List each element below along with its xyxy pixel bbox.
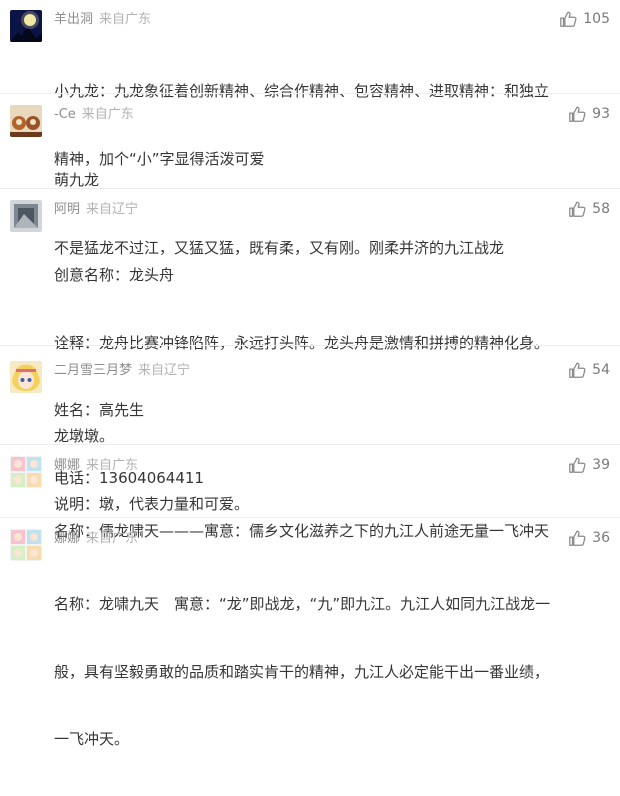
username[interactable]: 二月雪三月梦 (54, 363, 132, 378)
like-count: 36 (592, 530, 610, 546)
like-count: 54 (592, 362, 610, 378)
like-button[interactable]: 54 (568, 360, 610, 380)
like-count: 105 (583, 11, 610, 27)
comment-meta: 娜娜 来自广东 (54, 530, 138, 548)
divider (0, 188, 620, 189)
comment-meta: 阿明 来自辽宁 (54, 201, 138, 219)
username[interactable]: -Ce (54, 107, 76, 122)
like-count: 93 (592, 106, 610, 122)
avatar[interactable] (10, 361, 42, 393)
like-button[interactable]: 39 (568, 455, 610, 475)
like-button[interactable]: 58 (568, 199, 610, 219)
location: 来自广东 (81, 107, 134, 122)
location: 来自辽宁 (138, 363, 191, 378)
avatar[interactable] (10, 200, 42, 232)
comment-line: 名称：龙啸九天 寓意：“龙”即战龙，“九”即九江。九江人如同九江战龙一 (54, 595, 551, 613)
comment-line: 一飞冲天。 (54, 730, 130, 748)
avatar[interactable] (10, 456, 42, 488)
thumbs-up-icon (560, 11, 577, 27)
comment-meta: 娜娜 来自广东 (54, 457, 138, 475)
avatar[interactable] (10, 105, 42, 137)
like-button[interactable]: 93 (568, 104, 610, 124)
username[interactable]: 阿明 (54, 202, 80, 217)
comment-line: 小九龙：九龙象征着创新精神、综合作精神、包容精神、进取精神：和独立 (54, 82, 550, 100)
avatar[interactable] (10, 10, 42, 42)
location: 来自广东 (86, 458, 139, 473)
comment-meta: 二月雪三月梦 来自辽宁 (54, 362, 190, 380)
like-button[interactable]: 36 (568, 528, 610, 548)
thumbs-up-icon (569, 362, 586, 378)
like-count: 39 (592, 457, 610, 473)
comment-line: 般，具有坚毅勇敢的品质和踏实肯干的精神，九江人必定能干出一番业绩， (54, 662, 550, 681)
divider (0, 517, 620, 518)
comment-meta: -Ce 来自广东 (54, 106, 134, 124)
divider (0, 93, 620, 94)
thumbs-up-icon (569, 201, 586, 217)
username[interactable]: 娜娜 (54, 531, 80, 546)
location: 来自广东 (86, 531, 139, 546)
comment-text: 名称：龙啸九天 寓意：“龙”即战龙，“九”即九江。九江人如同九江战龙一 般，具有… (54, 548, 606, 796)
avatar[interactable] (10, 529, 42, 561)
username[interactable]: 羊出洞 (54, 12, 93, 27)
comment-line: 创意名称：龙头舟 (54, 266, 175, 284)
location: 来自广东 (99, 12, 152, 27)
thumbs-up-icon (569, 530, 586, 546)
divider (0, 444, 620, 445)
like-button[interactable]: 105 (559, 9, 610, 29)
thumbs-up-icon (569, 457, 586, 473)
thumbs-up-icon (569, 106, 586, 122)
like-count: 58 (592, 201, 610, 217)
username[interactable]: 娜娜 (54, 458, 80, 473)
comment-meta: 羊出洞 来自广东 (54, 11, 151, 29)
divider (0, 345, 620, 346)
comment-line: 诠释：龙舟比赛冲锋陷阵，永远打头阵。龙头舟是激情和拼搏的精神化身。 (54, 333, 550, 352)
location: 来自辽宁 (86, 202, 139, 217)
